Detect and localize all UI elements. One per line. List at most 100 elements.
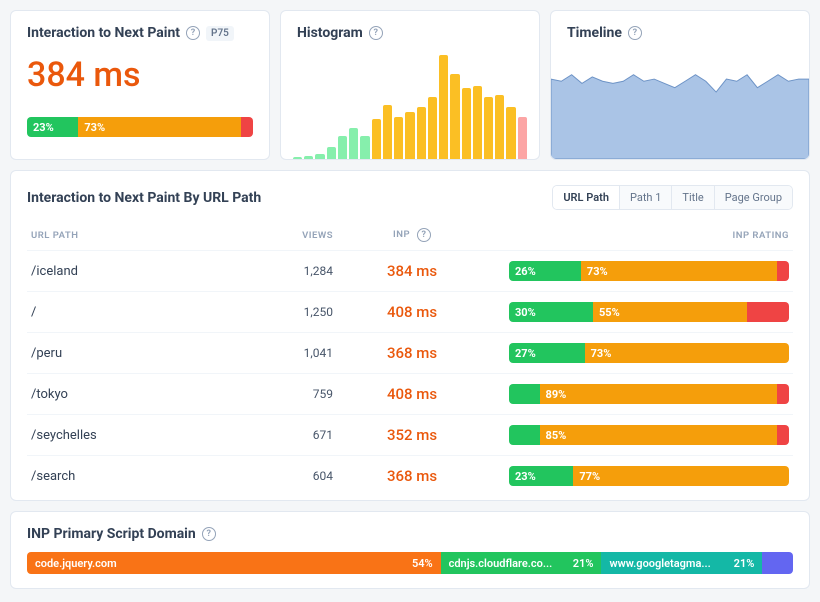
histogram-bar [338, 136, 347, 159]
help-icon[interactable]: ? [369, 26, 383, 40]
rating-seg-orange: 85% [540, 425, 777, 445]
cell-rating: 30%55% [487, 292, 793, 333]
inp-metric-card: Interaction to Next Paint ? P75 384 ms 2… [10, 10, 270, 160]
histogram-bar [439, 55, 448, 159]
histogram-bar [360, 136, 369, 159]
domain-seg: www.googletagma... 21% [601, 552, 762, 574]
cell-views: 671 [247, 415, 337, 456]
th-inp[interactable]: INP ? [337, 220, 487, 251]
rating-bar: 89% [509, 384, 789, 404]
cell-rating: 27%73% [487, 333, 793, 374]
domain-seg: code.jquery.com 54% [27, 552, 441, 574]
cell-rating: 85% [487, 415, 793, 456]
rating-seg-red [777, 425, 789, 445]
table-row[interactable]: /search604368 ms23%77% [27, 456, 793, 497]
cell-inp: 368 ms [337, 333, 487, 374]
cell-views: 1,041 [247, 333, 337, 374]
inp-metric-title: Interaction to Next Paint ? P75 [27, 25, 253, 41]
table-row[interactable]: /iceland1,284384 ms26%73% [27, 251, 793, 292]
histogram-title: Histogram ? [297, 25, 523, 41]
histogram-bar [304, 156, 313, 159]
rating-bar: 85% [509, 425, 789, 445]
rating-seg-orange: 73% [581, 261, 777, 281]
histogram-bar [293, 157, 302, 159]
domain-seg-pct: 21% [573, 557, 594, 570]
domain-seg-label: www.googletagma... [609, 557, 729, 570]
table-row[interactable]: /1,250408 ms30%55% [27, 292, 793, 333]
tab-page-group[interactable]: Page Group [715, 186, 792, 209]
domain-title: INP Primary Script Domain ? [27, 526, 793, 542]
help-icon[interactable]: ? [186, 26, 200, 40]
rating-seg-orange: 89% [540, 384, 777, 404]
rating-seg-orange: 73% [585, 343, 789, 363]
rating-bar: 26%73% [509, 261, 789, 281]
histogram-bar [372, 119, 381, 159]
table-row[interactable]: /tokyo759408 ms89% [27, 374, 793, 415]
rating-seg-green: 26% [509, 261, 581, 281]
cell-inp: 408 ms [337, 292, 487, 333]
domain-seg-pct: 54% [412, 557, 433, 570]
title-text: INP Primary Script Domain [27, 526, 196, 542]
histogram-bar [506, 107, 515, 159]
help-icon[interactable]: ? [628, 26, 642, 40]
inp-by-url-card: Interaction to Next Paint By URL Path UR… [10, 170, 810, 501]
timeline-card: Timeline ? [550, 10, 810, 160]
cell-url: /search [27, 456, 247, 497]
histogram-bar [495, 95, 504, 159]
rating-seg-green [509, 425, 540, 445]
histogram-bar [518, 117, 527, 159]
rating-seg-red [241, 117, 253, 137]
rating-seg-orange: 77% [573, 466, 789, 486]
rating-seg-green: 27% [509, 343, 585, 363]
timeline-chart [551, 51, 809, 159]
histogram-chart [293, 55, 527, 159]
histogram-bar [417, 107, 426, 159]
help-icon[interactable]: ? [417, 228, 431, 242]
domain-seg-label: code.jquery.com [35, 557, 408, 570]
cell-views: 604 [247, 456, 337, 497]
histogram-bar [462, 88, 471, 159]
rating-bar: 23%77% [509, 466, 789, 486]
tab-url-path[interactable]: URL Path [553, 186, 620, 209]
table-tabs: URL PathPath 1TitlePage Group [552, 185, 793, 210]
histogram-bar [349, 128, 358, 159]
timeline-title: Timeline ? [567, 25, 793, 41]
tab-path-1[interactable]: Path 1 [620, 186, 672, 209]
cell-url: /tokyo [27, 374, 247, 415]
histogram-bar [405, 112, 414, 159]
p75-badge: P75 [206, 26, 234, 41]
rating-bar: 30%55% [509, 302, 789, 322]
cell-rating: 89% [487, 374, 793, 415]
histogram-card: Histogram ? [280, 10, 540, 160]
th-url[interactable]: URL PATH [27, 220, 247, 251]
domain-seg [762, 552, 793, 574]
inp-table: URL PATH VIEWS INP ? INP RATING /iceland… [27, 220, 793, 496]
histogram-bar [450, 74, 459, 159]
inp-metric-value: 384 ms [27, 55, 253, 95]
title-text: Timeline [567, 25, 622, 41]
table-row[interactable]: /peru1,041368 ms 27%73% [27, 333, 793, 374]
domain-seg: cdnjs.cloudflare.co...21% [441, 552, 602, 574]
cell-inp: 352 ms [337, 415, 487, 456]
th-rating[interactable]: INP RATING [487, 220, 793, 251]
cell-url: /iceland [27, 251, 247, 292]
histogram-bar [383, 105, 392, 159]
cell-url: /peru [27, 333, 247, 374]
cell-views: 1,284 [247, 251, 337, 292]
cell-rating: 23%77% [487, 456, 793, 497]
table-row[interactable]: /seychelles671352 ms85% [27, 415, 793, 456]
domain-bar: code.jquery.com 54% cdnjs.cloudflare.co...… [27, 552, 793, 574]
histogram-bar [315, 154, 324, 159]
th-views[interactable]: VIEWS [247, 220, 337, 251]
rating-bar: 27%73% [509, 343, 789, 363]
domain-seg-pct: 21% [734, 557, 755, 570]
histogram-bar [394, 117, 403, 159]
rating-seg-red [777, 384, 789, 404]
rating-seg-orange: 73% [78, 117, 241, 137]
title-text: Interaction to Next Paint [27, 25, 180, 41]
histogram-bar [473, 86, 482, 159]
help-icon[interactable]: ? [202, 527, 216, 541]
rating-seg-red [777, 261, 789, 281]
tab-title[interactable]: Title [672, 186, 714, 209]
histogram-bar [428, 97, 437, 159]
